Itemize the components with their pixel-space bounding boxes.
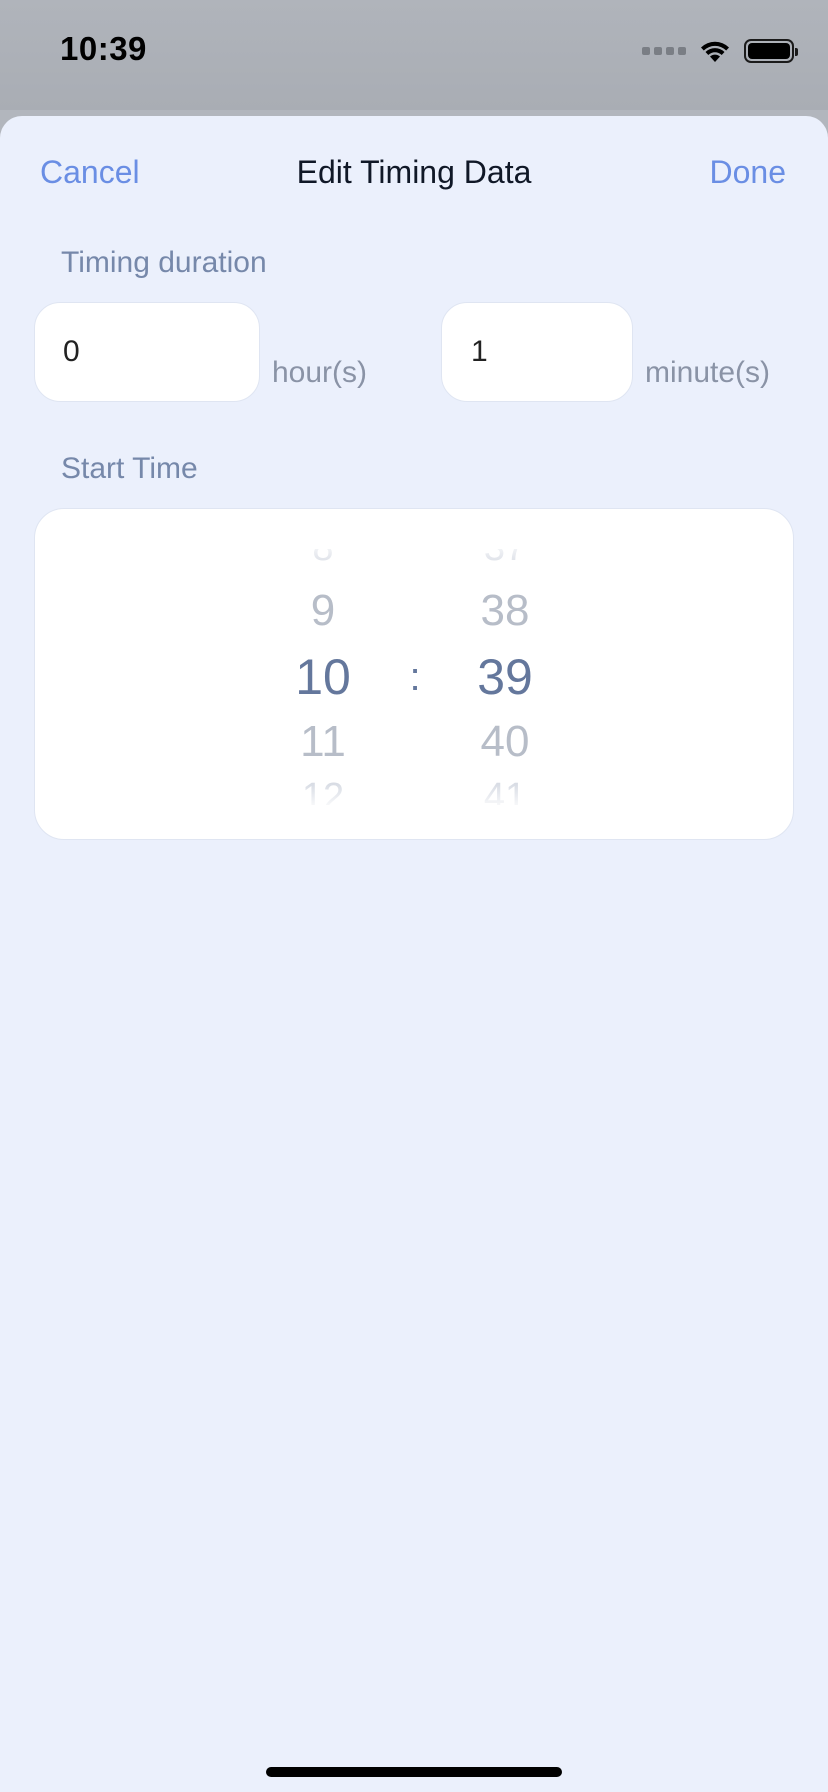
minute-wheel[interactable]: 37 38 39 40 41	[445, 549, 565, 805]
edit-timing-sheet: Edit Timing Data Cancel Done Timing dura…	[0, 116, 828, 1792]
picker-fade-top	[35, 539, 793, 579]
minute-option[interactable]: 40	[445, 717, 565, 767]
status-bar: 10:39	[0, 0, 828, 110]
status-icons	[642, 36, 798, 66]
minutes-unit-label: minute(s)	[645, 356, 771, 389]
hours-input[interactable]: 0	[34, 302, 260, 402]
battery-icon	[744, 39, 798, 63]
minutes-input[interactable]: 1	[441, 302, 633, 402]
home-indicator	[266, 1767, 562, 1777]
picker-fade-bottom	[35, 771, 793, 811]
hour-option[interactable]: 12	[263, 776, 383, 805]
minute-selected[interactable]: 39	[445, 648, 565, 706]
hours-unit-label: hour(s)	[272, 356, 368, 389]
timing-duration-label: Timing duration	[61, 246, 267, 279]
minute-option[interactable]: 38	[445, 586, 565, 636]
wifi-icon	[701, 41, 729, 62]
hour-option[interactable]: 8	[263, 549, 383, 570]
hour-option[interactable]: 11	[263, 717, 383, 767]
time-separator: :	[409, 655, 421, 699]
start-time-label: Start Time	[61, 452, 198, 485]
status-time: 10:39	[60, 30, 147, 67]
cellular-signal-icon	[642, 47, 686, 55]
minute-option[interactable]: 41	[445, 776, 565, 805]
cancel-button[interactable]: Cancel	[40, 154, 140, 191]
start-time-picker: 8 9 10 11 12 : 37 38 39 40 41	[34, 508, 794, 840]
hour-option[interactable]: 9	[263, 586, 383, 636]
hour-wheel[interactable]: 8 9 10 11 12	[263, 549, 383, 805]
hour-selected[interactable]: 10	[263, 648, 383, 706]
done-button[interactable]: Done	[710, 154, 787, 191]
minute-option[interactable]: 37	[445, 549, 565, 570]
